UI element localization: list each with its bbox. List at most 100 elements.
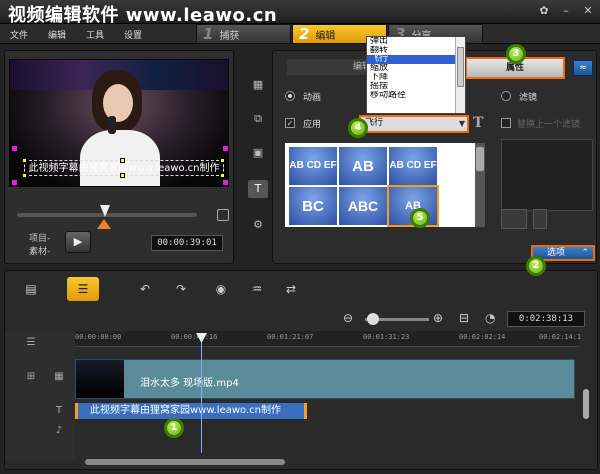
dropdown-option[interactable]: 翻转 bbox=[367, 46, 465, 55]
zoom-in-icon[interactable]: ⊕ bbox=[433, 311, 443, 325]
preset-scroll-thumb[interactable] bbox=[476, 147, 484, 171]
title-clip[interactable]: 此视频字幕由狸窝家园www.leawo.cn制作 bbox=[75, 403, 307, 419]
marker-3: 3 bbox=[506, 44, 526, 64]
dropdown-option[interactable]: 摇摆 bbox=[367, 82, 465, 91]
chevron-down-icon: ▼ bbox=[458, 119, 465, 128]
clip-mode-label[interactable]: 素材- bbox=[29, 246, 50, 259]
preview-video[interactable]: 此视频字幕由狸窝家园www.leawo.cn制作 bbox=[9, 59, 229, 187]
filter-radio[interactable] bbox=[501, 91, 511, 101]
microphone bbox=[108, 116, 116, 134]
dropdown-scrollbar[interactable] bbox=[455, 37, 465, 113]
menu-tools[interactable]: 工具 bbox=[86, 28, 104, 41]
replace-filter-label: 替换上一个滤镜 bbox=[517, 120, 581, 130]
corner-handle[interactable] bbox=[12, 146, 17, 151]
preset-tile[interactable]: AB CD EF bbox=[289, 147, 337, 185]
resize-handle[interactable] bbox=[22, 158, 27, 163]
fit-project-icon[interactable]: ⊟ bbox=[459, 311, 469, 325]
resize-handle[interactable] bbox=[120, 173, 125, 178]
time-ruler[interactable]: 00:00:00:00 00:00:40:16 00:01:21:07 00:0… bbox=[75, 331, 581, 347]
snapshot-icon[interactable] bbox=[217, 209, 229, 221]
corner-handle[interactable] bbox=[223, 146, 228, 151]
tab-capture[interactable]: 1 捕获 bbox=[196, 24, 291, 44]
title-bar: 视频编辑软件 www.leawo.cn ✿ – ✕ bbox=[0, 0, 600, 26]
undo-icon[interactable]: ↶ bbox=[129, 277, 161, 301]
timeline-panel: ▤ ☰ ↶ ↷ ◉ ♒ ⇄ ⊖ ⊕ ⊟ ◔ 0:02:38:13 ☰ ▦ T ♪… bbox=[4, 270, 598, 470]
track-manager-icon[interactable]: ☰ bbox=[21, 335, 41, 351]
menu-settings[interactable]: 设置 bbox=[124, 28, 142, 41]
title-track-icon[interactable]: T bbox=[49, 403, 69, 419]
custom-animation-icon[interactable]: T bbox=[473, 115, 489, 131]
lock-icon[interactable]: ⊞ bbox=[21, 369, 41, 385]
chevron-up-icon: ⌃ bbox=[581, 248, 589, 258]
ruler-tick: 00:00:00:00 bbox=[75, 333, 122, 341]
animation-dropdown-list: 弹出 翻转 飞行 缩放 下降 摇摆 移动路径 bbox=[366, 36, 466, 114]
filter-label: 滤镜 bbox=[519, 93, 538, 103]
animation-preset-grid: AB CD EF AB AB CD EF BC ABC AB bbox=[285, 143, 485, 227]
track-header: ☰ ▦ T ♪ ⊞ bbox=[5, 331, 75, 461]
auto-music-icon[interactable]: ⇄ bbox=[275, 277, 307, 301]
resize-handle[interactable] bbox=[220, 158, 225, 163]
transition-icon[interactable]: ⧉ bbox=[248, 110, 268, 128]
timeline-horizontal-scrollbar[interactable] bbox=[85, 459, 285, 465]
redo-icon[interactable]: ↷ bbox=[165, 277, 197, 301]
scrub-bar[interactable] bbox=[17, 213, 197, 217]
preview-panel: 此视频字幕由狸窝家园www.leawo.cn制作 项目- 素材- ▶ 00:00… bbox=[4, 50, 234, 264]
dropdown-option-selected[interactable]: 飞行 bbox=[367, 55, 465, 64]
library-toolbar: ▦ ⧉ ▣ T ⚙ bbox=[244, 76, 270, 246]
marker-2: 2 bbox=[526, 256, 546, 276]
corner-handle[interactable] bbox=[223, 180, 228, 185]
project-mode-label[interactable]: 项目- bbox=[29, 233, 50, 246]
dropdown-scroll-thumb[interactable] bbox=[457, 47, 464, 87]
preset-tile[interactable]: BC bbox=[289, 187, 337, 225]
dropdown-option[interactable]: 下降 bbox=[367, 73, 465, 82]
ruler-tick: 00:01:21:07 bbox=[267, 333, 314, 341]
video-clip[interactable]: 泪水太多 现场版.mp4 bbox=[75, 359, 575, 399]
graphics-icon[interactable]: ⚙ bbox=[248, 216, 268, 234]
preview-timecode[interactable]: 00:00:39:01 bbox=[151, 235, 223, 251]
storyboard-view-icon[interactable]: ▤ bbox=[15, 277, 47, 301]
zoom-slider-knob[interactable] bbox=[367, 313, 379, 325]
app-logo-icon: ✿ bbox=[539, 4, 549, 17]
collapse-icon[interactable]: ≈ bbox=[573, 60, 593, 76]
preset-scrollbar[interactable] bbox=[475, 143, 485, 227]
dropdown-option[interactable]: 缩放 bbox=[367, 64, 465, 73]
window-controls: ✿ – ✕ bbox=[536, 3, 596, 19]
menu-edit[interactable]: 编辑 bbox=[48, 28, 66, 41]
marker-5: 5 bbox=[410, 208, 430, 228]
corner-handle[interactable] bbox=[12, 180, 17, 185]
timeline-vertical-scrollbar[interactable] bbox=[583, 389, 589, 419]
timeline-view-icon[interactable]: ☰ bbox=[67, 277, 99, 301]
audio-mixer-icon[interactable]: ♒ bbox=[241, 277, 273, 301]
record-capture-icon[interactable]: ◉ bbox=[205, 277, 237, 301]
preset-tile[interactable]: AB CD EF bbox=[389, 147, 437, 185]
close-icon[interactable]: ✕ bbox=[580, 3, 596, 19]
trim-marker[interactable] bbox=[97, 219, 111, 229]
replace-filter-checkbox[interactable] bbox=[501, 118, 511, 128]
clock-icon: ◔ bbox=[485, 311, 496, 325]
resize-handle[interactable] bbox=[22, 173, 27, 178]
menu-file[interactable]: 文件 bbox=[10, 28, 28, 41]
video-clip-name: 泪水太多 现场版.mp4 bbox=[140, 378, 239, 389]
apply-checkbox[interactable]: ✓ bbox=[285, 118, 295, 128]
voice-track-icon[interactable]: ♪ bbox=[49, 423, 69, 439]
filter-select[interactable] bbox=[501, 209, 527, 229]
playhead-line[interactable] bbox=[201, 333, 202, 453]
animation-radio[interactable] bbox=[285, 91, 295, 101]
preset-tile[interactable]: AB bbox=[339, 147, 387, 185]
filter-icon[interactable]: ▣ bbox=[248, 144, 268, 162]
minimize-icon[interactable]: – bbox=[558, 3, 574, 19]
resize-handle[interactable] bbox=[220, 173, 225, 178]
filter-select-arrow[interactable] bbox=[533, 209, 547, 229]
zoom-out-icon[interactable]: ⊖ bbox=[343, 311, 353, 325]
animation-type-select[interactable]: 飞行 ▼ bbox=[359, 115, 469, 133]
resize-handle[interactable] bbox=[120, 158, 125, 163]
dropdown-option[interactable]: 移动路径 bbox=[367, 91, 465, 100]
filter-preview-box bbox=[501, 139, 593, 211]
dropdown-option[interactable]: 弹出 bbox=[367, 37, 465, 46]
play-button[interactable]: ▶ bbox=[65, 231, 91, 253]
media-icon[interactable]: ▦ bbox=[248, 76, 268, 94]
zoom-controls: ⊖ ⊕ ⊟ ◔ 0:02:38:13 bbox=[335, 311, 595, 329]
title-tool-icon[interactable]: T bbox=[248, 180, 268, 198]
preset-tile[interactable]: ABC bbox=[339, 187, 387, 225]
video-track-icon[interactable]: ▦ bbox=[49, 369, 69, 385]
